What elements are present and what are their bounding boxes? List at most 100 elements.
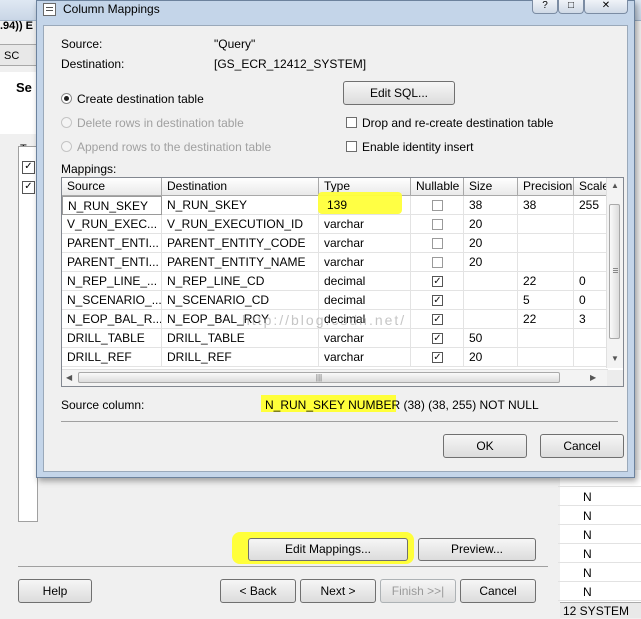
nullable-checkbox[interactable]: ✓ [432, 314, 443, 325]
close-caption-button[interactable]: ✕ [584, 0, 628, 14]
column-header-size[interactable]: Size [464, 178, 518, 196]
grid-cell-precision[interactable]: 22 [518, 310, 574, 329]
nullable-checkbox[interactable]: ✓ [432, 295, 443, 306]
grid-cell-size[interactable]: 20 [464, 348, 518, 367]
nullable-checkbox[interactable]: ✓ [432, 276, 443, 287]
grid-cell-source[interactable]: N_SCENARIO_... [62, 291, 162, 310]
column-header-precision[interactable]: Precision [518, 178, 574, 196]
vertical-scroll-thumb[interactable] [609, 204, 620, 339]
create-table-label[interactable]: Create destination table [77, 92, 204, 106]
dialog-cancel-button[interactable]: Cancel [540, 434, 624, 458]
grid-cell-size[interactable]: 20 [464, 234, 518, 253]
grid-cell-precision[interactable]: 38 [518, 196, 574, 215]
grid-cell-source[interactable]: DRILL_TABLE [62, 329, 162, 348]
nullable-checkbox[interactable] [432, 238, 443, 249]
ok-button[interactable]: OK [443, 434, 527, 458]
background-checkbox[interactable]: ✓ [22, 161, 35, 174]
background-divider [18, 566, 548, 567]
grid-cell-precision[interactable] [518, 253, 574, 272]
background-checkbox[interactable]: ✓ [22, 181, 35, 194]
finish-button[interactable]: Finish >>| [380, 579, 456, 603]
column-header-nullable[interactable]: Nullable [411, 178, 464, 196]
grid-cell-nullable[interactable]: ✓ [411, 310, 464, 329]
grid-cell-source[interactable]: V_RUN_EXEC... [62, 215, 162, 234]
grid-cell-source[interactable]: DRILL_REF [62, 348, 162, 367]
drop-recreate-checkbox[interactable] [346, 117, 357, 128]
grid-cell-precision[interactable]: 22 [518, 272, 574, 291]
grid-cell-size[interactable] [464, 291, 518, 310]
grid-cell-nullable[interactable]: ✓ [411, 272, 464, 291]
grid-cell-type[interactable]: varchar [319, 348, 411, 367]
scroll-down-icon[interactable]: ▼ [611, 354, 619, 363]
nullable-checkbox[interactable] [432, 200, 443, 211]
grid-cell-precision[interactable] [518, 234, 574, 253]
grid-cell-nullable[interactable]: ✓ [411, 291, 464, 310]
delete-rows-radio[interactable] [61, 117, 72, 128]
grid-cell-destination[interactable]: PARENT_ENTITY_NAME [162, 253, 319, 272]
background-tab[interactable]: SC [0, 44, 40, 66]
grid-cell-type[interactable]: decimal [319, 272, 411, 291]
grid-cell-destination[interactable]: N_REP_LINE_CD [162, 272, 319, 291]
nullable-checkbox[interactable] [432, 257, 443, 268]
grid-cell-size[interactable] [464, 310, 518, 329]
grid-cell-source[interactable]: N_EOP_BAL_R... [62, 310, 162, 329]
grid-cell-type[interactable]: varchar [319, 329, 411, 348]
drop-recreate-label[interactable]: Drop and re-create destination table [362, 116, 553, 130]
nullable-checkbox[interactable]: ✓ [432, 333, 443, 344]
grid-cell-source[interactable]: N_RUN_SKEY [62, 196, 162, 215]
grid-cell-size[interactable]: 20 [464, 253, 518, 272]
column-header-source[interactable]: Source [62, 178, 162, 196]
grid-cell-source[interactable]: N_REP_LINE_... [62, 272, 162, 291]
grid-cell-nullable[interactable] [411, 215, 464, 234]
identity-insert-label[interactable]: Enable identity insert [362, 140, 473, 154]
back-button[interactable]: < Back [220, 579, 296, 603]
grid-cell-destination[interactable]: PARENT_ENTITY_CODE [162, 234, 319, 253]
scroll-up-icon[interactable]: ▲ [611, 181, 619, 190]
nullable-checkbox[interactable]: ✓ [432, 352, 443, 363]
scroll-right-icon[interactable]: ▶ [590, 373, 596, 382]
grid-cell-precision[interactable] [518, 215, 574, 234]
grid-cell-type[interactable]: varchar [319, 215, 411, 234]
edit-sql-button[interactable]: Edit SQL... [343, 81, 455, 105]
grid-cell-type[interactable]: varchar [319, 234, 411, 253]
grid-cell-nullable[interactable]: ✓ [411, 348, 464, 367]
grid-cell-nullable[interactable]: ✓ [411, 329, 464, 348]
grid-cell-destination[interactable]: DRILL_TABLE [162, 329, 319, 348]
wizard-cancel-button[interactable]: Cancel [460, 579, 536, 603]
next-button[interactable]: Next > [300, 579, 376, 603]
edit-mappings-button[interactable]: Edit Mappings... [248, 538, 408, 561]
grid-cell-size[interactable]: 38 [464, 196, 518, 215]
column-header-destination[interactable]: Destination [162, 178, 319, 196]
grid-cell-precision[interactable] [518, 329, 574, 348]
create-table-radio[interactable] [61, 93, 72, 104]
grid-cell-size[interactable] [464, 272, 518, 291]
preview-button[interactable]: Preview... [418, 538, 536, 561]
grid-cell-nullable[interactable] [411, 253, 464, 272]
horizontal-scroll-thumb[interactable]: ||| [78, 372, 560, 383]
grid-cell-destination[interactable]: N_RUN_SKEY [162, 196, 319, 215]
grid-cell-size[interactable]: 50 [464, 329, 518, 348]
grid-cell-precision[interactable]: 5 [518, 291, 574, 310]
delete-rows-label[interactable]: Delete rows in destination table [77, 116, 244, 130]
append-rows-radio[interactable] [61, 141, 72, 152]
grid-cell-type[interactable]: decimal [319, 291, 411, 310]
grid-cell-destination[interactable]: DRILL_REF [162, 348, 319, 367]
grid-cell-nullable[interactable] [411, 196, 464, 215]
grid-cell-precision[interactable] [518, 348, 574, 367]
help-button[interactable]: Help [18, 579, 92, 603]
grid-cell-source[interactable]: PARENT_ENTI... [62, 253, 162, 272]
horizontal-scrollbar[interactable]: ◀ ||| ▶ [62, 369, 608, 386]
grid-cell-nullable[interactable] [411, 234, 464, 253]
grid-cell-size[interactable]: 20 [464, 215, 518, 234]
scroll-left-icon[interactable]: ◀ [66, 373, 72, 382]
vertical-scrollbar[interactable]: ▲ ▼ [606, 178, 623, 368]
nullable-checkbox[interactable] [432, 219, 443, 230]
help-caption-button[interactable]: ? [532, 0, 558, 14]
grid-cell-destination[interactable]: N_SCENARIO_CD [162, 291, 319, 310]
grid-cell-destination[interactable]: V_RUN_EXECUTION_ID [162, 215, 319, 234]
maximize-caption-button[interactable]: □ [558, 0, 584, 14]
grid-cell-type[interactable]: varchar [319, 253, 411, 272]
append-rows-label[interactable]: Append rows to the destination table [77, 140, 271, 154]
identity-insert-checkbox[interactable] [346, 141, 357, 152]
grid-cell-source[interactable]: PARENT_ENTI... [62, 234, 162, 253]
